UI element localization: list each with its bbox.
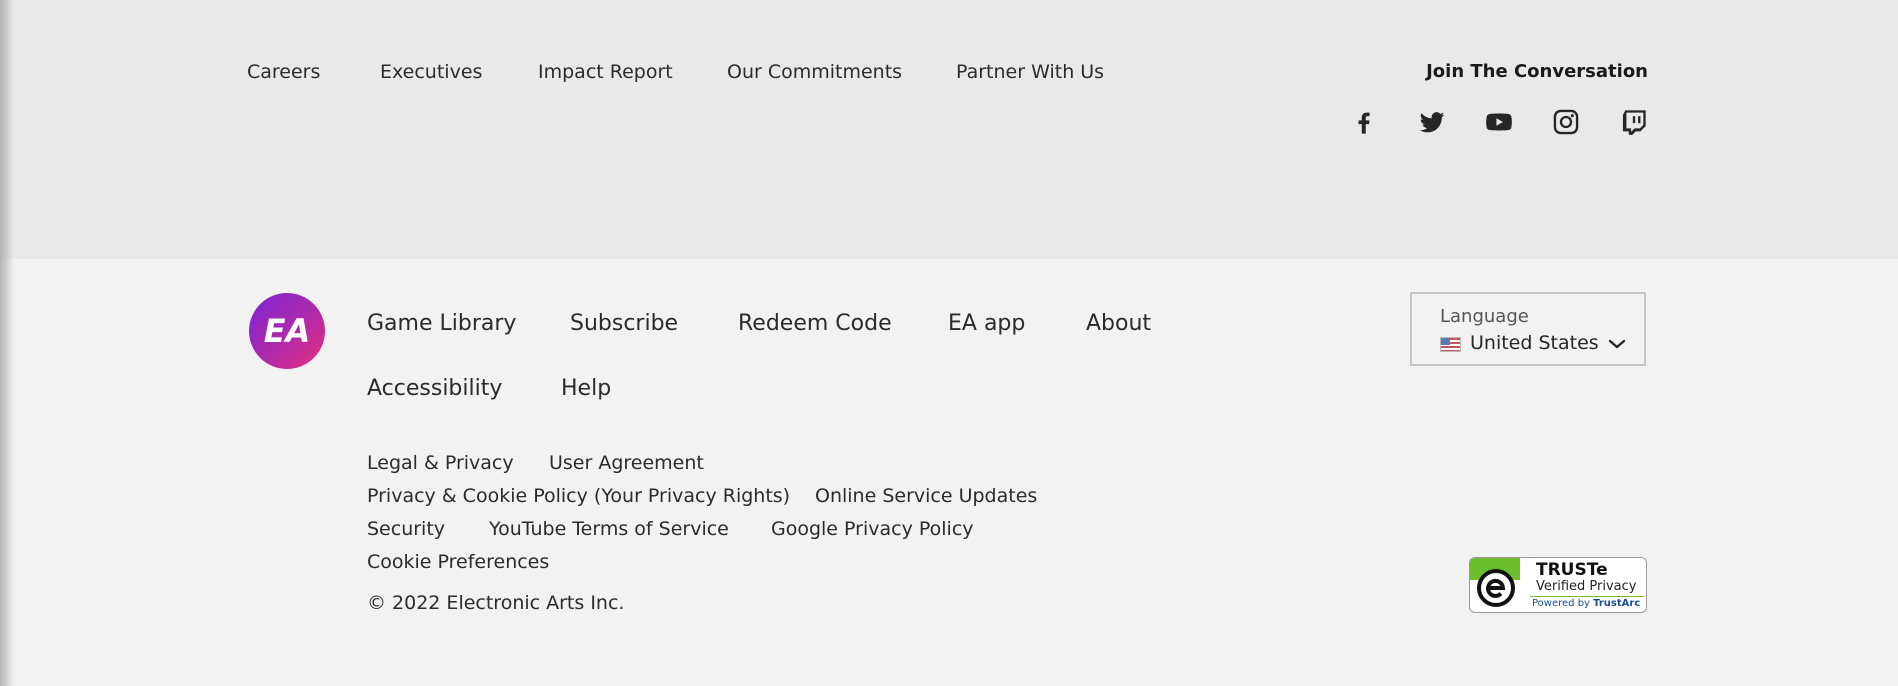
chevron-down-icon bbox=[1608, 339, 1626, 349]
truste-powered-brand: TrustArc bbox=[1593, 598, 1641, 609]
svg-text:EA: EA bbox=[264, 312, 311, 350]
privacy-cookie-policy-link[interactable]: Privacy & Cookie Policy (Your Privacy Ri… bbox=[367, 485, 790, 507]
language-label: Language bbox=[1440, 306, 1529, 327]
truste-divider bbox=[1530, 596, 1644, 597]
game-library-link[interactable]: Game Library bbox=[367, 311, 516, 336]
language-value: United States bbox=[1470, 332, 1599, 354]
join-conversation-title: Join The Conversation bbox=[1426, 61, 1648, 82]
us-flag-icon bbox=[1440, 337, 1461, 352]
facebook-icon[interactable] bbox=[1350, 108, 1378, 136]
instagram-icon[interactable] bbox=[1552, 108, 1580, 136]
youtube-icon[interactable] bbox=[1485, 108, 1513, 136]
executives-link[interactable]: Executives bbox=[380, 61, 482, 83]
truste-subtitle: Verified Privacy bbox=[1536, 579, 1637, 594]
twitch-icon[interactable] bbox=[1620, 108, 1648, 136]
truste-badge[interactable]: TRUSTe Verified Privacy Powered by Trust… bbox=[1469, 557, 1647, 613]
truste-e-icon bbox=[1477, 569, 1515, 607]
truste-powered-prefix: Powered by bbox=[1532, 598, 1590, 609]
truste-title: TRUSTe bbox=[1536, 560, 1608, 580]
our-commitments-link[interactable]: Our Commitments bbox=[727, 61, 902, 83]
accessibility-link[interactable]: Accessibility bbox=[367, 376, 502, 401]
ea-app-link[interactable]: EA app bbox=[948, 311, 1025, 336]
twitter-icon[interactable] bbox=[1418, 108, 1446, 136]
security-link[interactable]: Security bbox=[367, 518, 445, 540]
left-edge-shadow bbox=[0, 0, 14, 686]
ea-logo-mark: EA bbox=[264, 312, 311, 350]
redeem-code-link[interactable]: Redeem Code bbox=[738, 311, 892, 336]
user-agreement-link[interactable]: User Agreement bbox=[549, 452, 704, 474]
cookie-preferences-link[interactable]: Cookie Preferences bbox=[367, 551, 549, 573]
truste-powered-by: Powered by TrustArc bbox=[1532, 598, 1640, 609]
google-privacy-policy-link[interactable]: Google Privacy Policy bbox=[771, 518, 974, 540]
online-service-updates-link[interactable]: Online Service Updates bbox=[815, 485, 1037, 507]
subscribe-link[interactable]: Subscribe bbox=[570, 311, 678, 336]
impact-report-link[interactable]: Impact Report bbox=[538, 61, 673, 83]
youtube-terms-link[interactable]: YouTube Terms of Service bbox=[489, 518, 729, 540]
partner-with-us-link[interactable]: Partner With Us bbox=[956, 61, 1104, 83]
about-link[interactable]: About bbox=[1086, 311, 1151, 336]
copyright-text: © 2022 Electronic Arts Inc. bbox=[367, 592, 625, 614]
legal-privacy-link[interactable]: Legal & Privacy bbox=[367, 452, 514, 474]
careers-link[interactable]: Careers bbox=[247, 61, 320, 83]
help-link[interactable]: Help bbox=[561, 376, 611, 401]
footer-top-band: Careers Executives Impact Report Our Com… bbox=[0, 0, 1898, 259]
language-selector[interactable]: Language United States bbox=[1410, 292, 1646, 366]
ea-logo[interactable]: EA bbox=[249, 293, 325, 369]
